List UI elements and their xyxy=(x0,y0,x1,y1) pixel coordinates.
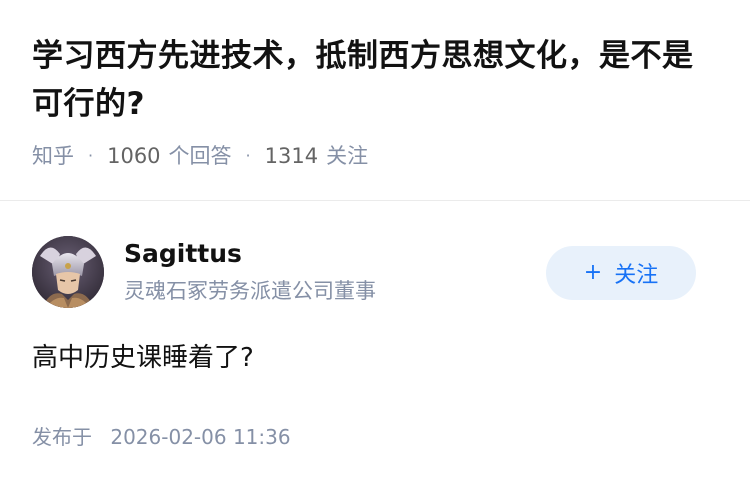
plus-icon: + xyxy=(583,260,603,285)
answer-count-label[interactable]: 个回答 xyxy=(169,142,232,170)
armored-character-avatar-icon xyxy=(32,236,104,308)
author-headline: 灵魂石冢劳务派遣公司董事 xyxy=(124,279,376,303)
answer-time: 发布于 2026-02-06 11:36 xyxy=(32,422,291,452)
question-title[interactable]: 学习西方先进技术，抵制西方思想文化，是不是可行的? xyxy=(32,32,722,128)
answer-author: Sagittus 灵魂石冢劳务派遣公司董事 + 关注 xyxy=(32,236,722,308)
question-source[interactable]: 知乎 xyxy=(32,142,74,170)
published-label: 发布于 xyxy=(32,425,92,449)
answer-count: 1060 xyxy=(107,144,161,168)
meta-separator: · xyxy=(245,146,251,165)
follow-button[interactable]: + 关注 xyxy=(546,246,696,300)
meta-separator: · xyxy=(88,146,94,165)
section-divider xyxy=(0,200,750,201)
follow-button-label: 关注 xyxy=(614,263,659,288)
author-name[interactable]: Sagittus xyxy=(124,238,242,270)
answer-content[interactable]: 高中历史课睡着了? xyxy=(32,338,254,378)
follower-count-label[interactable]: 关注 xyxy=(326,142,368,170)
avatar[interactable] xyxy=(32,236,104,308)
question-meta: 知乎 · 1060 个回答 · 1314 关注 xyxy=(32,142,722,170)
question-header: 学习西方先进技术，抵制西方思想文化，是不是可行的? 知乎 · 1060 个回答 … xyxy=(32,32,722,170)
published-time: 2026-02-06 11:36 xyxy=(110,425,291,449)
follower-count: 1314 xyxy=(264,144,319,168)
